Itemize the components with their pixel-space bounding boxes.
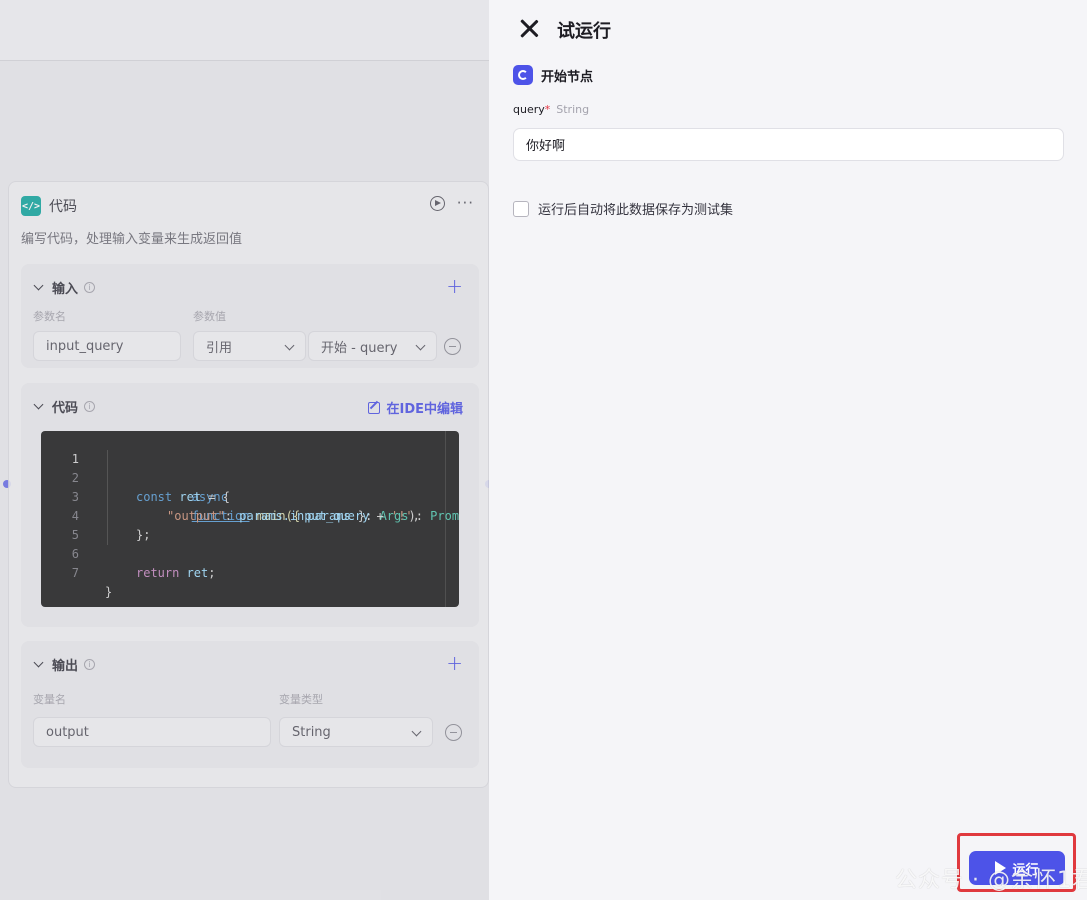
test-run-panel: 试运行 开始节点 query * String 运行后自动将此数据保存为测试集 …	[489, 0, 1087, 900]
start-node-header: 开始节点	[513, 65, 593, 85]
query-label: query * String	[513, 103, 589, 116]
canvas-overlay	[0, 0, 489, 900]
query-input[interactable]	[513, 128, 1064, 161]
save-as-testset-row[interactable]: 运行后自动将此数据保存为测试集	[513, 199, 733, 218]
panel-title: 试运行	[557, 21, 611, 42]
start-node-icon	[513, 65, 533, 85]
required-mark: *	[544, 103, 551, 116]
save-as-testset-label: 运行后自动将此数据保存为测试集	[538, 203, 734, 218]
start-node-label: 开始节点	[541, 69, 594, 85]
save-as-testset-checkbox[interactable]	[513, 200, 529, 217]
watermark: 公众号 · @余怀1君	[895, 868, 1087, 893]
workflow-canvas[interactable]: </> 代码 ··· 编写代码，处理输入变量来生成返回值 输入 i + 参数名 …	[0, 0, 493, 900]
query-type: String	[556, 103, 590, 116]
query-name: query	[513, 103, 545, 116]
close-icon[interactable]	[519, 18, 539, 38]
